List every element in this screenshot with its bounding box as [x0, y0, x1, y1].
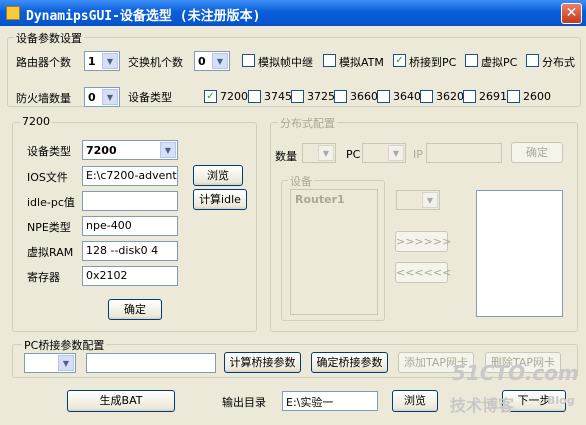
ios-file-label: IOS文件: [27, 171, 68, 184]
pc-bridge-title: PC桥接参数配置: [22, 337, 107, 353]
window-title: DynamipsGUI-设备选型 (未注册版本): [26, 9, 261, 24]
firewall-count-label: 防火墙数量: [16, 92, 71, 105]
model-checkbox-2691[interactable]: [463, 90, 476, 103]
frame-relay-label: 模拟帧中继: [258, 56, 313, 69]
output-browse-button[interactable]: 浏览: [392, 390, 438, 412]
frame-relay-checkbox[interactable]: [242, 54, 255, 67]
output-dir-label: 输出目录: [222, 396, 266, 409]
panel-7200-title: 7200: [20, 115, 52, 128]
dist-target-select[interactable]: ▼: [396, 190, 440, 210]
bridge-interface-select[interactable]: ▼: [24, 353, 76, 373]
dist-target-list[interactable]: [476, 190, 563, 317]
move-left-button[interactable]: <<<<<<: [395, 262, 451, 283]
watermark-blog-cn: 技术博客: [450, 396, 515, 415]
chevron-down-icon[interactable]: ▼: [212, 53, 228, 69]
model-label-3660: 3660: [350, 90, 378, 103]
model-checkbox-3620[interactable]: [420, 90, 433, 103]
chevron-down-icon[interactable]: ▼: [102, 89, 118, 105]
atm-label: 模拟ATM: [339, 56, 384, 69]
calc-idle-button[interactable]: 计算idle: [193, 189, 247, 210]
idle-pc-input[interactable]: [82, 191, 178, 211]
switch-count-value: 0: [198, 55, 206, 68]
chevron-down-icon[interactable]: ▼: [388, 145, 404, 161]
chevron-down-icon[interactable]: ▼: [102, 53, 118, 69]
dist-count-select[interactable]: ▼: [302, 143, 336, 163]
virtual-pc-label: 虚拟PC: [481, 56, 518, 69]
router-count-value: 1: [88, 55, 96, 68]
distributed-label: 分布式: [542, 56, 575, 69]
panel-device-type-value: 7200: [86, 144, 117, 157]
dist-device-list[interactable]: Router1: [290, 189, 378, 315]
model-label-3725: 3725: [307, 90, 335, 103]
list-item[interactable]: Router1: [295, 193, 345, 206]
distributed-title: 分布式配置: [278, 115, 337, 131]
atm-checkbox[interactable]: [323, 54, 336, 67]
model-checkbox-7200[interactable]: ✓: [204, 90, 217, 103]
dist-pc-label: PC: [346, 148, 361, 161]
dist-count-label: 数量: [275, 150, 297, 163]
model-checkbox-3640[interactable]: [377, 90, 390, 103]
chevron-down-icon[interactable]: ▼: [58, 355, 74, 371]
dist-ip-input[interactable]: [426, 143, 502, 163]
chevron-down-icon[interactable]: ▼: [160, 142, 176, 158]
router-count-select[interactable]: 1 ▼: [84, 51, 120, 71]
model-label-3640: 3640: [393, 90, 421, 103]
model-checkbox-2600[interactable]: [507, 90, 520, 103]
ios-browse-button[interactable]: 浏览: [193, 165, 243, 186]
register-input[interactable]: 0x2102: [82, 266, 178, 286]
output-dir-input[interactable]: E:\实验一: [282, 391, 378, 411]
npe-type-label: NPE类型: [27, 221, 71, 234]
virtual-ram-input[interactable]: 128 --disk0 4: [82, 241, 178, 261]
panel-ok-button[interactable]: 确定: [108, 299, 162, 320]
switch-count-select[interactable]: 0 ▼: [194, 51, 230, 71]
firewall-count-value: 0: [88, 91, 96, 104]
model-label-3620: 3620: [436, 90, 464, 103]
model-label-7200: 7200: [220, 90, 248, 103]
model-label-2691: 2691: [479, 90, 507, 103]
watermark-blog-en: Blog: [547, 394, 575, 407]
panel-device-type-label: 设备类型: [27, 145, 71, 158]
dist-device-title: 设备: [288, 173, 314, 189]
app-icon: [6, 6, 20, 20]
virtual-ram-label: 虚拟RAM: [27, 246, 74, 259]
confirm-bridge-button[interactable]: 确定桥接参数: [311, 352, 388, 373]
idle-pc-label: idle-pc值: [27, 196, 75, 209]
move-right-button[interactable]: >>>>>>: [395, 231, 451, 252]
device-type-label: 设备类型: [128, 91, 172, 104]
switch-count-label: 交换机个数: [128, 56, 183, 69]
model-checkbox-3725[interactable]: [291, 90, 304, 103]
generate-bat-button[interactable]: 生成BAT: [67, 390, 175, 412]
calc-bridge-button[interactable]: 计算桥接参数: [224, 352, 301, 373]
firewall-count-select[interactable]: 0 ▼: [84, 87, 120, 107]
distributed-checkbox[interactable]: [526, 54, 539, 67]
device-params-title: 设备参数设置: [14, 30, 84, 46]
device-selection-window: DynamipsGUI-设备选型 (未注册版本) ✕ 设备参数设置 路由器个数 …: [0, 0, 586, 425]
panel-device-type-select[interactable]: 7200 ▼: [82, 140, 178, 160]
dist-ok-button[interactable]: 确定: [511, 142, 563, 163]
model-checkbox-3745[interactable]: [248, 90, 261, 103]
ios-file-input[interactable]: E:\c7200-adventer: [82, 166, 178, 186]
bridge-pc-label: 桥接到PC: [409, 56, 457, 69]
model-checkbox-3660[interactable]: [334, 90, 347, 103]
close-button[interactable]: ✕: [561, 3, 582, 24]
title-bar[interactable]: DynamipsGUI-设备选型 (未注册版本) ✕: [0, 0, 586, 26]
chevron-down-icon[interactable]: ▼: [318, 145, 334, 161]
dist-ip-label: IP: [413, 148, 423, 161]
npe-type-input[interactable]: npe-400: [82, 216, 178, 236]
bridge-param-input[interactable]: [86, 353, 216, 373]
watermark-site: 51CTO.com: [452, 361, 579, 385]
router-count-label: 路由器个数: [16, 56, 71, 69]
virtual-pc-checkbox[interactable]: [465, 54, 478, 67]
model-label-3745: 3745: [264, 90, 292, 103]
model-label-2600: 2600: [523, 90, 551, 103]
bridge-pc-checkbox[interactable]: ✓: [393, 54, 406, 67]
register-label: 寄存器: [27, 271, 60, 284]
chevron-down-icon[interactable]: ▼: [422, 192, 438, 208]
dist-pc-select[interactable]: ▼: [362, 143, 406, 163]
